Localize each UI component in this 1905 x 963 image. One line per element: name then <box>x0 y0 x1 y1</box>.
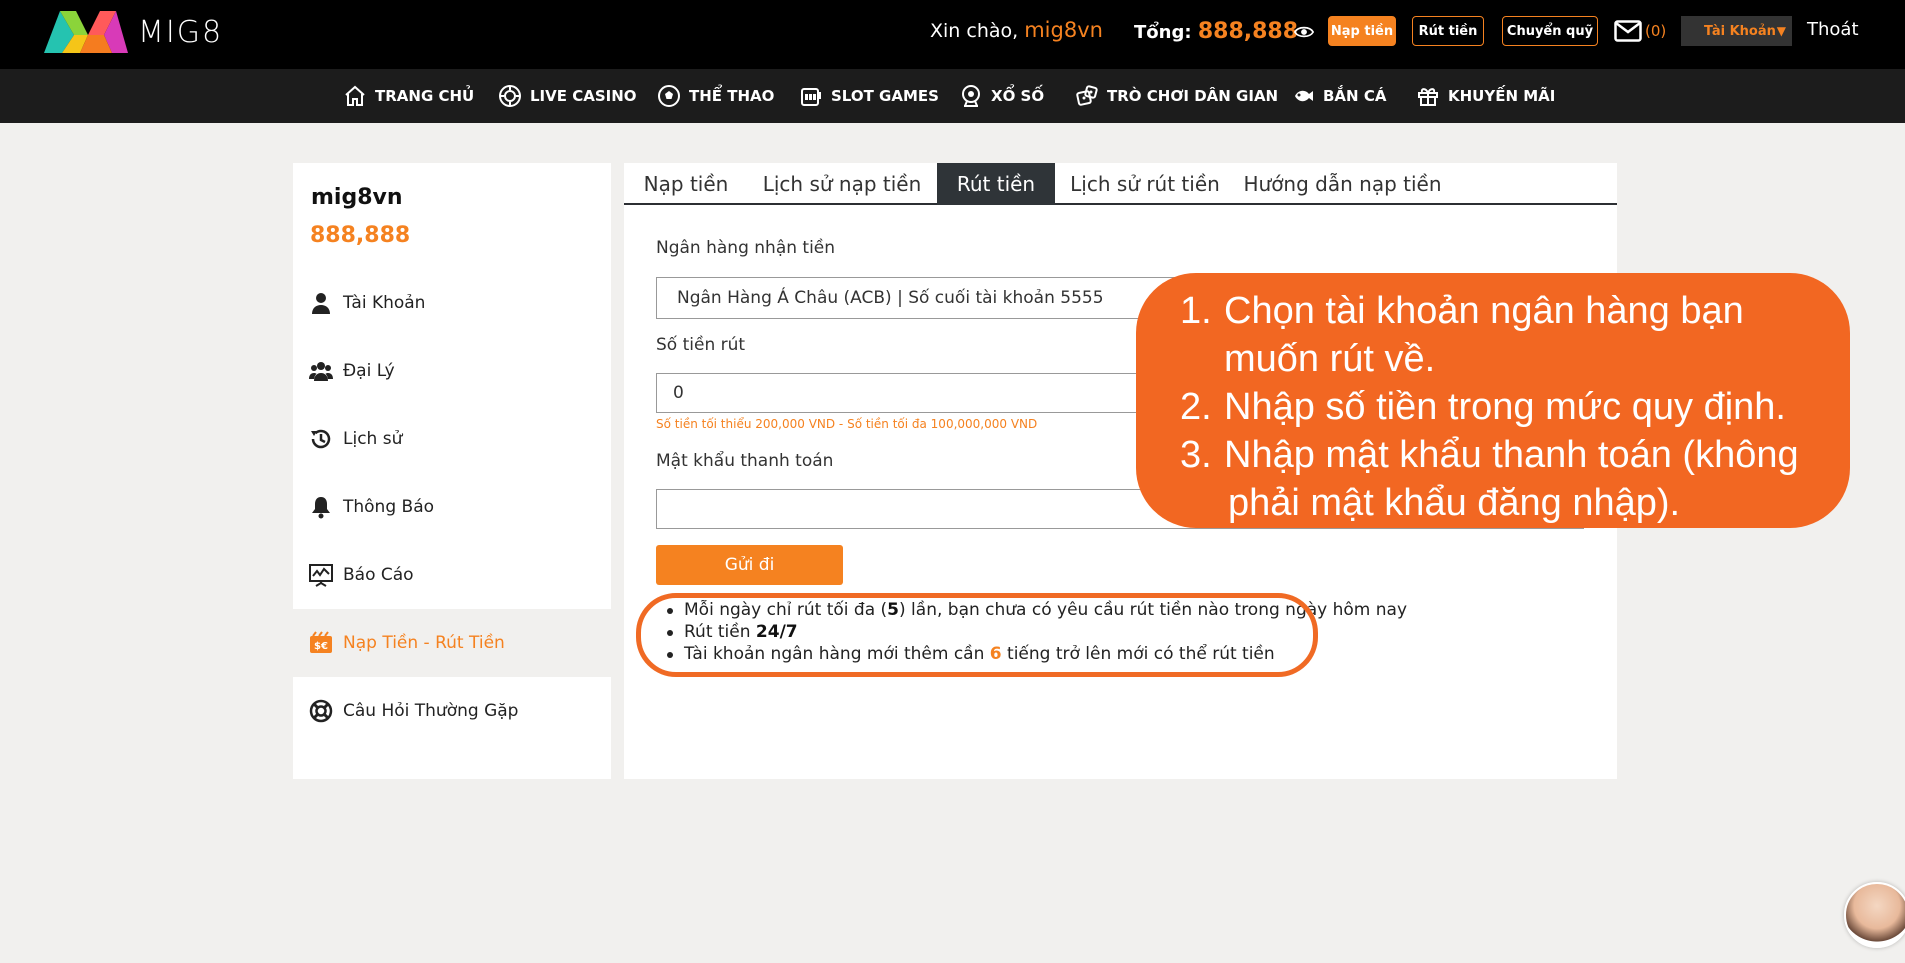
transfer-button[interactable]: Chuyển quỹ <box>1502 16 1598 46</box>
step-number: 2. <box>1180 386 1212 428</box>
tab-withdraw-history[interactable]: Lịch sử rút tiền <box>1055 163 1235 205</box>
history-icon <box>311 429 331 449</box>
main-nav: TRANG CHỦ LIVE CASINO THỂ THAO SLOT GAME… <box>0 69 1905 123</box>
nav-label: TRANG CHỦ <box>375 87 475 105</box>
nav-label: LIVE CASINO <box>530 87 637 105</box>
casino-chip-icon <box>499 85 521 107</box>
site-logo[interactable]: MIG8 <box>42 6 223 58</box>
top-header: MIG8 Xin chào, mig8vn Tổng: 888,888 Nạp … <box>0 0 1905 69</box>
nav-item-folk-games[interactable]: TRÒ CHƠI DÂN GIAN <box>1075 69 1278 123</box>
nav-item-lottery[interactable]: XỔ SỐ <box>959 69 1044 123</box>
fish-icon <box>1295 90 1313 102</box>
slot-machine-icon <box>801 88 821 106</box>
callout-step-1: 1. Chọn tài khoản ngân hàng bạn <box>1180 287 1830 335</box>
nav-item-live-casino[interactable]: LIVE CASINO <box>498 69 637 123</box>
sidebar-item-faq[interactable]: Câu Hỏi Thường Gặp <box>293 677 611 745</box>
sidebar-item-notifications[interactable]: Thông Báo <box>293 473 611 541</box>
svg-text:$€: $€ <box>314 641 328 652</box>
amount-input-value: 0 <box>673 383 684 403</box>
amount-hint: Số tiền tối thiểu 200,000 VND - Số tiền … <box>656 417 1038 431</box>
report-chart-icon <box>309 564 333 587</box>
caret-down-icon: ▼ <box>1776 24 1786 38</box>
step-number: 1. <box>1180 290 1212 332</box>
header-username: mig8vn <box>1024 18 1103 42</box>
sidebar-item-account[interactable]: Tài Khoản <box>293 269 611 337</box>
nav-label: KHUYẾN MÃI <box>1448 87 1556 105</box>
step-text-continued: muốn rút về. <box>1224 338 1436 380</box>
sidebar-item-reports[interactable]: Báo Cáo <box>293 541 611 609</box>
greeting-text: Xin chào, <box>930 20 1019 42</box>
sidebar-username: mig8vn <box>311 185 403 210</box>
sidebar-item-label: Đại Lý <box>343 361 395 381</box>
users-group-icon <box>309 362 333 381</box>
mail-count: (0) <box>1645 22 1667 40</box>
account-sidebar: mig8vn 888,888 Tài Khoản Đại Lý Lịch sử … <box>293 163 611 779</box>
lottery-icon <box>962 85 980 107</box>
lifebuoy-icon <box>309 699 333 723</box>
tab-bar: Nạp tiền Lịch sử nạp tiền Rút tiền Lịch … <box>624 163 1617 205</box>
logo-mark-icon <box>44 11 128 53</box>
bank-label: Ngân hàng nhận tiền <box>656 238 836 258</box>
nav-item-slot-games[interactable]: SLOT GAMES <box>799 69 939 123</box>
sidebar-item-label: Thông Báo <box>343 497 435 517</box>
step-text: Chọn tài khoản ngân hàng bạn <box>1224 290 1744 332</box>
nav-item-fish-shooting[interactable]: BẮN CÁ <box>1291 69 1386 123</box>
callout-step-3: 3. Nhập mật khẩu thanh toán (không <box>1180 431 1830 479</box>
step-text-continued: phải mật khẩu đăng nhập). <box>1228 482 1681 524</box>
nav-item-home[interactable]: TRANG CHỦ <box>343 69 474 123</box>
amount-label: Số tiền rút <box>656 335 746 355</box>
nav-label: SLOT GAMES <box>831 87 939 105</box>
sidebar-item-deposit-withdraw[interactable]: $€ Nạp Tiền - Rút Tiền <box>293 609 611 677</box>
nav-label: XỔ SỐ <box>991 87 1045 105</box>
gift-icon <box>1418 88 1438 106</box>
nav-label: BẮN CÁ <box>1323 87 1387 105</box>
submit-button[interactable]: Gửi đi <box>656 545 843 585</box>
logo-text: MIG8 <box>138 14 224 50</box>
greeting: Xin chào, mig8vn <box>930 18 1103 42</box>
mail-icon[interactable] <box>1614 20 1642 42</box>
tab-deposit[interactable]: Nạp tiền <box>624 163 748 205</box>
callout-step-2: 2. Nhập số tiền trong mức quy định. <box>1180 383 1830 431</box>
sidebar-item-agent[interactable]: Đại Lý <box>293 337 611 405</box>
sidebar-item-label: Câu Hỏi Thường Gặp <box>343 701 519 721</box>
nav-label: THỂ THAO <box>689 87 775 105</box>
step-number: 3. <box>1180 434 1212 476</box>
deposit-button[interactable]: Nạp tiền <box>1328 16 1396 46</box>
notes-highlight-ring <box>636 593 1318 677</box>
account-dropdown[interactable]: Tài Khoản ▼ <box>1681 16 1792 46</box>
support-chat-avatar[interactable] <box>1844 882 1905 948</box>
sidebar-balance: 888,888 <box>310 223 411 248</box>
sidebar-item-label: Tài Khoản <box>343 293 426 313</box>
bank-select-value: Ngân Hàng Á Châu (ACB) | Số cuối tài kho… <box>677 288 1104 308</box>
sidebar-item-label: Lịch sử <box>343 429 403 449</box>
sidebar-item-history[interactable]: Lịch sử <box>293 405 611 473</box>
logout-link[interactable]: Thoát <box>1807 19 1859 40</box>
tab-withdraw[interactable]: Rút tiền <box>937 163 1055 205</box>
soccer-ball-icon <box>658 85 680 107</box>
total-label: Tổng: <box>1134 22 1192 43</box>
nav-label: TRÒ CHƠI DÂN GIAN <box>1107 87 1279 105</box>
tab-deposit-guide[interactable]: Hướng dẫn nạp tiền <box>1235 163 1450 205</box>
bell-icon <box>312 497 330 519</box>
home-icon <box>345 85 365 106</box>
step-text: Nhập số tiền trong mức quy định. <box>1224 386 1786 428</box>
total-amount: 888,888 <box>1197 19 1299 44</box>
sidebar-item-label: Nạp Tiền - Rút Tiền <box>343 633 505 653</box>
instruction-callout: 1. Chọn tài khoản ngân hàng bạn muốn rút… <box>1136 273 1850 528</box>
user-icon <box>312 293 330 314</box>
password-label: Mật khẩu thanh toán <box>656 451 834 471</box>
sidebar-item-label: Báo Cáo <box>343 565 414 585</box>
nav-item-sports[interactable]: THỂ THAO <box>657 69 774 123</box>
wallet-icon: $€ <box>310 631 332 653</box>
withdraw-button[interactable]: Rút tiền <box>1412 16 1484 46</box>
account-dropdown-label: Tài Khoản <box>1704 23 1776 39</box>
tab-deposit-history[interactable]: Lịch sử nạp tiền <box>748 163 936 205</box>
dice-icon <box>1076 85 1098 106</box>
nav-item-promotions[interactable]: KHUYẾN MÃI <box>1416 69 1555 123</box>
step-text: Nhập mật khẩu thanh toán (không <box>1224 434 1799 476</box>
eye-icon[interactable] <box>1294 22 1314 42</box>
total-balance: Tổng: 888,888 <box>1134 19 1298 44</box>
